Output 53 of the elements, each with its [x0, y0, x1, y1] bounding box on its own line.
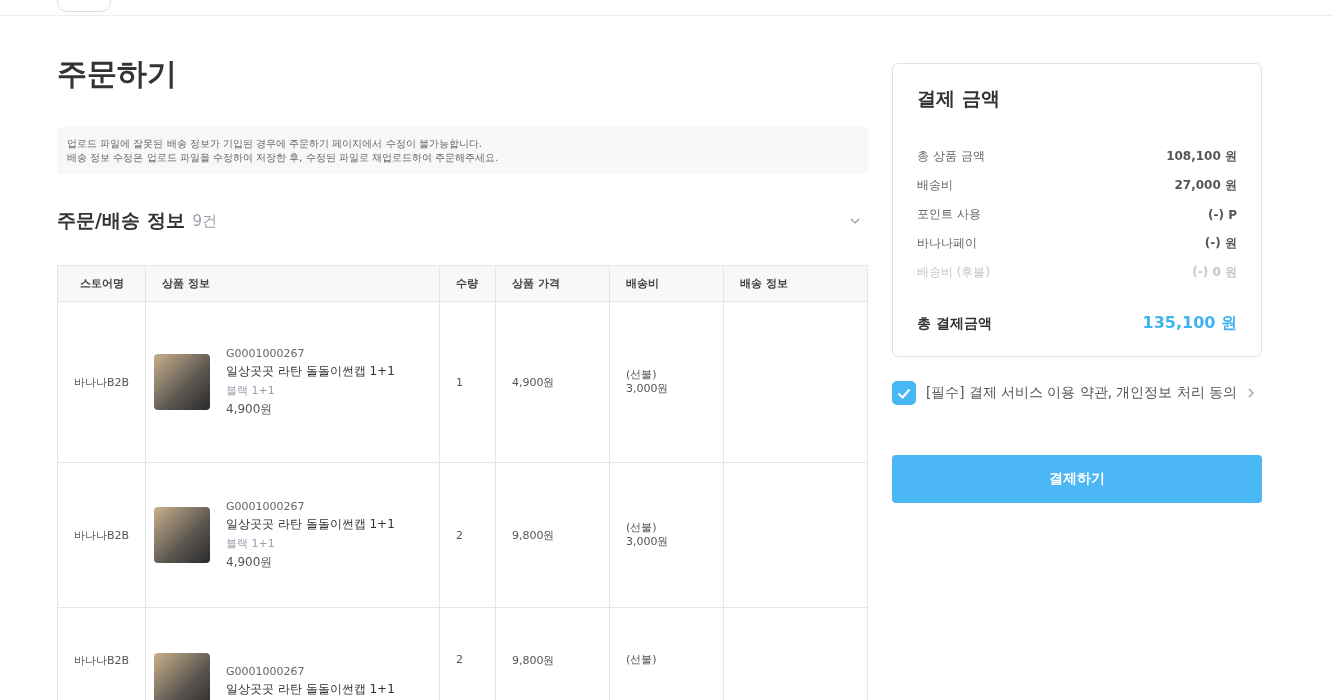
chevron-right-icon[interactable] [1246, 388, 1255, 398]
price-cell: 4,900원 [495, 301, 610, 463]
section-title: 주문/배송 정보 [57, 208, 185, 233]
store-name-cell: 바나나B2B [57, 301, 146, 463]
product-name: 일상곳곳 라탄 돌돌이썬캡 1+1 [226, 515, 395, 533]
column-header: 수량 [439, 265, 496, 302]
total-amount: 135,100 원 [1142, 313, 1237, 334]
summary-label: 바나나페이 [917, 235, 977, 252]
shipping-fee: 3,000원 [626, 535, 670, 549]
summary-label: 총 상품 금액 [917, 148, 985, 165]
photo-placeholder [154, 354, 210, 410]
photo-placeholder [154, 507, 210, 563]
check-icon[interactable] [897, 387, 911, 399]
product-code: G0001000267 [226, 346, 306, 360]
unit-price: 4,900원 [226, 400, 274, 418]
column-header: 배송 정보 [723, 265, 868, 302]
column-header: 스토어명 [57, 265, 146, 302]
summary-value: (-) P [1208, 207, 1237, 222]
summary-value: 108,100 원 [1166, 148, 1237, 165]
column-header: 상품 가격 [495, 265, 610, 302]
page-title: 주문하기 [57, 55, 178, 93]
unit-price: 4,900원 [226, 553, 274, 571]
store-name-cell: 바나나B2B [57, 462, 146, 608]
column-header: 상품 정보 [145, 265, 440, 302]
summary-value: (-) 0 원 [1192, 264, 1237, 281]
quantity-cell: 1 [439, 301, 496, 463]
notice-text: 업로드 파일에 잘못된 배송 정보가 기입된 경우에 주문하기 페이지에서 수정이 불가능합니다. [67, 137, 483, 151]
column-header: 배송비 [609, 265, 724, 302]
total-label: 총 결제금액 [917, 314, 992, 333]
product-name: 일상곳곳 라탄 돌돌이썬캡 1+1 [226, 680, 395, 698]
chevron-down-icon[interactable] [850, 218, 860, 224]
summary-label: 포인트 사용 [917, 206, 981, 223]
product-option: 블랙 1+1 [226, 535, 395, 551]
summary-label: 배송비 [917, 177, 953, 194]
store-name-cell: 바나나B2B [57, 607, 146, 700]
shipping-type: (선불) [626, 653, 658, 667]
quantity-cell: 2 [439, 462, 496, 608]
product-code: G0001000267 [226, 664, 306, 678]
checkbox[interactable] [892, 381, 916, 405]
product-option: 블랙 1+1 [226, 382, 395, 398]
notice-text: 배송 정보 수정은 업로드 파일을 수정하여 저장한 후, 수정된 파일로 재업로드하여 주문해주세요. [67, 150, 500, 164]
shipping-type: (선불) [626, 521, 658, 535]
price-cell: 9,800원 [495, 462, 610, 608]
product-name: 일상곳곳 라탄 돌돌이썬캡 1+1 [226, 362, 395, 380]
agreement-label[interactable]: [필수] 결제 서비스 이용 약관, 개인정보 처리 동의 [926, 384, 1237, 402]
product-code: G0001000267 [226, 499, 306, 513]
shipping-fee: 3,000원 [626, 382, 670, 396]
photo-placeholder [154, 653, 210, 700]
summary-value: 27,000 원 [1174, 177, 1237, 194]
order-count: 9건 [192, 211, 218, 231]
summary-title: 결제 금액 [917, 86, 1001, 111]
shipping-type: (선불) [626, 368, 658, 382]
summary-value: (-) 원 [1204, 235, 1237, 252]
